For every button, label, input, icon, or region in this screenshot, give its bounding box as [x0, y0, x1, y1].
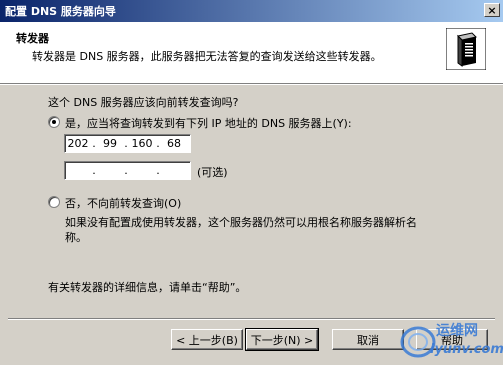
option-no-label[interactable]: 否，不向前转发查询(O): [65, 195, 181, 211]
ip-dot: .: [92, 164, 96, 177]
watermark-text-cn: 运维网: [436, 323, 478, 339]
header-title: 转发器: [16, 32, 49, 45]
ip1-octet-1[interactable]: 202: [65, 137, 91, 150]
back-button[interactable]: < 上一步(B): [171, 329, 243, 350]
watermark-text-domain: iyunv.com: [430, 342, 503, 357]
close-icon[interactable]: ×: [484, 3, 500, 17]
ip1-octet-3[interactable]: 160: [129, 137, 155, 150]
window-title: 配置 DNS 服务器向导: [5, 5, 116, 18]
radio-forward-yes[interactable]: [48, 116, 60, 128]
help-note: 有关转发器的详细信息，请单击“帮助”。: [48, 281, 247, 294]
forwarder-ip-field-2[interactable]: . . .: [64, 161, 191, 180]
next-button[interactable]: 下一步(N) >: [245, 328, 319, 351]
header-separator: [0, 84, 503, 85]
radio-forward-no[interactable]: [48, 196, 60, 208]
ip-dot: .: [156, 164, 160, 177]
option-yes-label[interactable]: 是，应当将查询转发到有下列 IP 地址的 DNS 服务器上(Y):: [65, 115, 352, 131]
forward-question: 这个 DNS 服务器应该向前转发查询吗?: [48, 96, 239, 109]
title-bar[interactable]: 配置 DNS 服务器向导 ×: [0, 0, 503, 22]
wizard-header: 转发器 转发器是 DNS 服务器，此服务器把无法答复的查询发送给这些转发器。: [0, 22, 503, 84]
optional-label: (可选): [197, 166, 228, 179]
ip-dot: .: [124, 164, 128, 177]
ip1-octet-4[interactable]: 68: [161, 137, 187, 150]
header-subtitle: 转发器是 DNS 服务器，此服务器把无法答复的查询发送给这些转发器。: [32, 50, 382, 63]
forwarder-ip-field-1[interactable]: 202 . 99 . 160 . 68: [64, 134, 191, 153]
watermark-logo: 运维网 iyunv.com: [392, 318, 503, 362]
no-forward-description-line1: 如果没有配置成使用转发器，这个服务器仍然可以用根名称服务器解析名: [65, 216, 417, 229]
no-forward-description-line2: 称。: [65, 231, 87, 244]
ip1-octet-2[interactable]: 99: [97, 137, 123, 150]
server-icon: [446, 28, 486, 70]
